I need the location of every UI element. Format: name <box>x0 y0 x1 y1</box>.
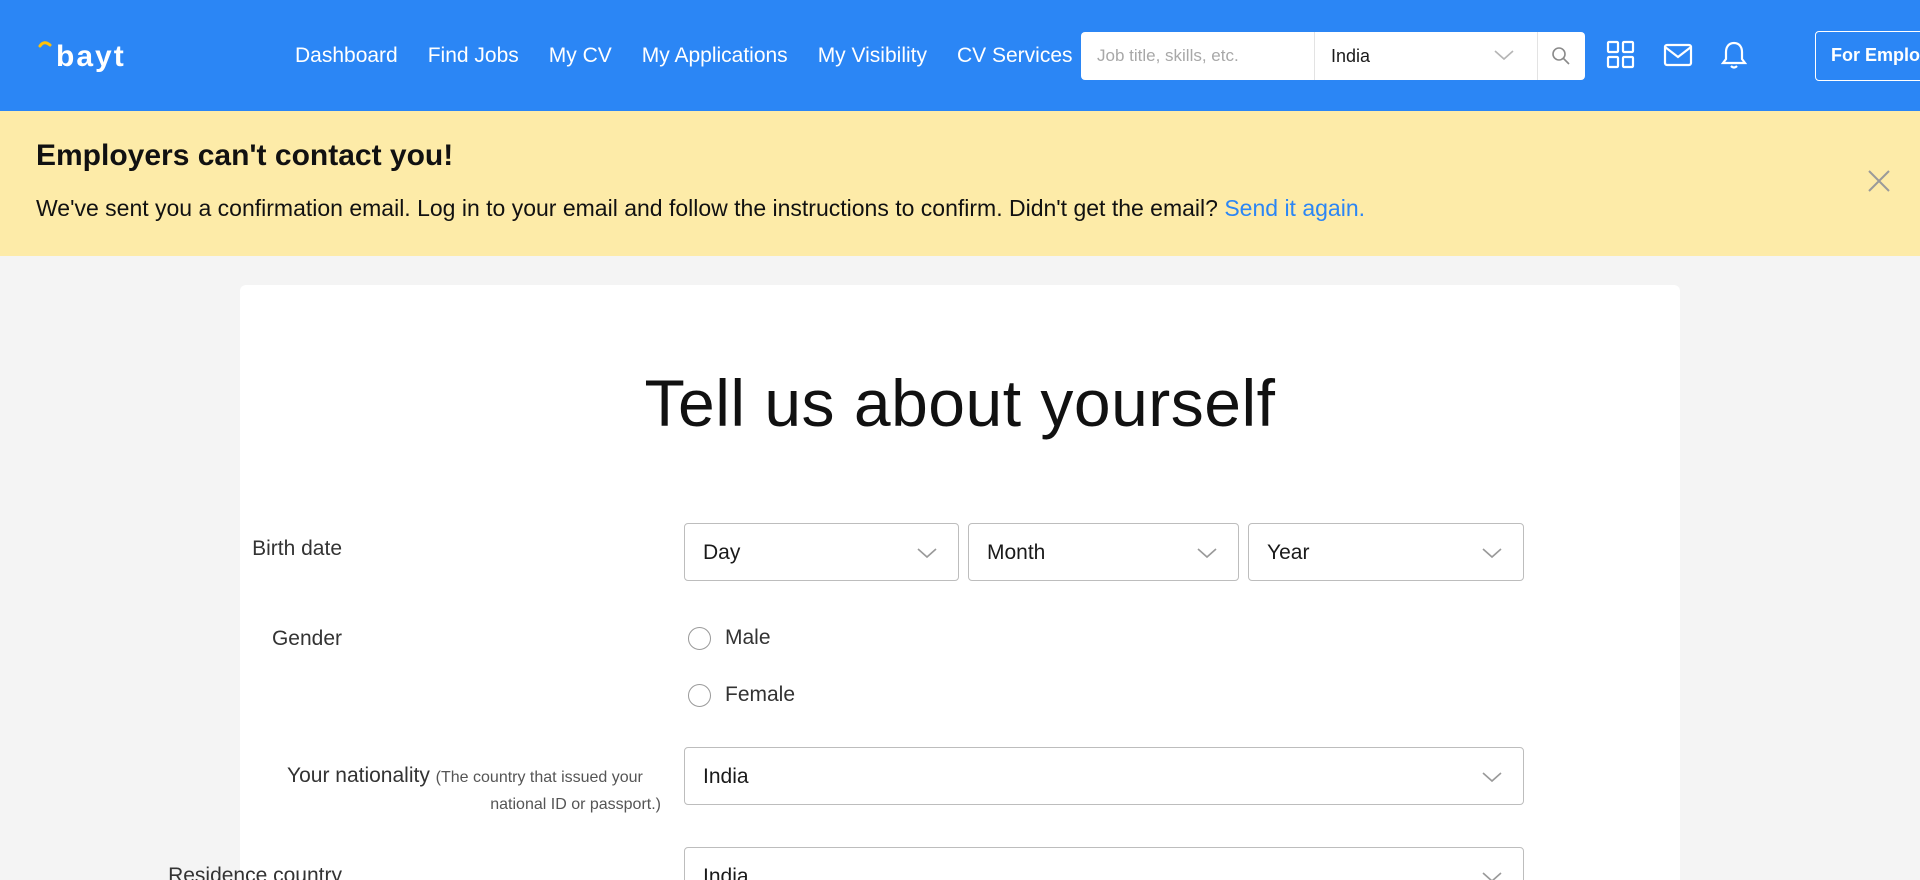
search-button[interactable] <box>1538 32 1584 80</box>
mail-icon <box>1663 43 1693 67</box>
radio-button[interactable] <box>688 683 711 707</box>
banner-message-text: We've sent you a confirmation email. Log… <box>36 195 1218 221</box>
nationality-label: Your nationality (The country that issue… <box>287 764 643 788</box>
birth-day-value: Day <box>703 541 741 564</box>
gender-label: Gender <box>271 627 342 650</box>
birth-day-select[interactable]: Day <box>684 523 959 581</box>
top-navbar: bayt Dashboard Find Jobs My CV My Applic… <box>0 0 1920 111</box>
notifications-button[interactable] <box>1717 38 1751 72</box>
chevron-down-icon <box>1482 772 1502 783</box>
search-input[interactable] <box>1081 32 1314 80</box>
residence-country-value: India <box>703 865 749 880</box>
chevron-down-icon <box>917 548 937 559</box>
birth-month-value: Month <box>987 541 1046 564</box>
nav-my-visibility[interactable]: My Visibility <box>818 44 927 68</box>
nav-find-jobs[interactable]: Find Jobs <box>428 44 519 68</box>
search-icon <box>1552 47 1570 65</box>
banner-message: We've sent you a confirmation email. Log… <box>36 195 1365 222</box>
job-search-bar: India <box>1081 32 1585 80</box>
for-employers-button[interactable]: For Employers <box>1815 31 1920 81</box>
bayt-logo[interactable]: bayt <box>38 38 168 72</box>
gender-option-female[interactable]: Female <box>688 680 795 710</box>
apps-grid-button[interactable] <box>1604 38 1638 72</box>
birth-year-select[interactable]: Year <box>1248 523 1524 581</box>
main-nav: Dashboard Find Jobs My CV My Application… <box>280 0 1088 111</box>
nationality-hint-line2: national ID or passport.) <box>490 796 661 813</box>
nationality-hint-line1: (The country that issued your <box>435 769 643 786</box>
chevron-down-icon <box>1494 50 1514 61</box>
residence-country-select[interactable]: India <box>684 847 1524 880</box>
nationality-value: India <box>703 765 749 788</box>
page-title: Tell us about yourself <box>644 366 1276 440</box>
residence-country-label: Residence country <box>168 864 342 880</box>
location-select[interactable]: India <box>1314 32 1538 80</box>
banner-title: Employers can't contact you! <box>36 139 454 172</box>
chevron-down-icon <box>1482 872 1502 880</box>
chevron-down-icon <box>1197 548 1217 559</box>
nationality-select[interactable]: India <box>684 747 1524 805</box>
radio-label: Female <box>725 683 796 706</box>
nav-my-applications[interactable]: My Applications <box>642 44 788 68</box>
confirmation-banner: Employers can't contact you! We've sent … <box>0 111 1920 256</box>
radio-label: Male <box>725 626 771 649</box>
radio-button[interactable] <box>688 626 711 650</box>
close-icon[interactable] <box>1866 168 1892 194</box>
nationality-label-text: Your nationality <box>287 764 430 787</box>
nav-my-cv[interactable]: My CV <box>549 44 612 68</box>
birth-date-label: Birth date <box>252 537 342 560</box>
bell-icon <box>1721 41 1747 69</box>
location-value: India <box>1331 45 1371 66</box>
birth-month-select[interactable]: Month <box>968 523 1239 581</box>
chevron-down-icon <box>1482 548 1502 559</box>
birth-year-value: Year <box>1267 541 1310 564</box>
send-again-link[interactable]: Send it again. <box>1224 195 1365 221</box>
gender-option-male[interactable]: Male <box>688 623 771 653</box>
grid-icon <box>1606 40 1635 69</box>
messages-button[interactable] <box>1661 38 1695 72</box>
svg-text:bayt: bayt <box>56 40 126 72</box>
nav-dashboard[interactable]: Dashboard <box>295 44 398 68</box>
nav-cv-services[interactable]: CV Services <box>957 44 1073 68</box>
